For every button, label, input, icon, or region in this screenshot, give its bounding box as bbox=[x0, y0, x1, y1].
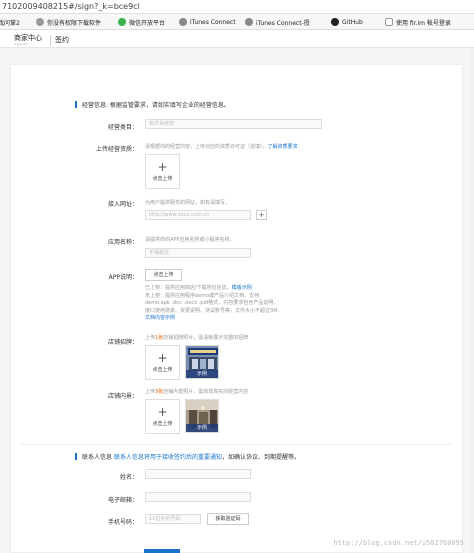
bookmark-label: 微信开放平台 bbox=[129, 19, 166, 27]
logo-subtext: e.qq.com bbox=[14, 42, 28, 46]
license-requirements-link[interactable]: 了解资质要求 bbox=[268, 144, 298, 150]
bookmark-label: 戏问掌2 bbox=[0, 19, 20, 27]
app-desc-upload-button[interactable]: 点击上传 bbox=[145, 269, 182, 281]
section-business-info: 经营信息: 根据监管要求，请如实填写企业的经营信息。 bbox=[75, 100, 230, 109]
shop-inside-upload[interactable]: + 点击上传 bbox=[145, 399, 180, 434]
section-divider bbox=[21, 444, 452, 445]
phone-input[interactable]: 11位手机号码 bbox=[145, 514, 201, 524]
phone-label: 手机号码： bbox=[107, 519, 138, 526]
bookmark-label: iTunes Connect bbox=[190, 18, 236, 26]
bookmark-label: GitHub bbox=[342, 18, 363, 26]
bookmarks-bar: 戏问掌2 你没有权限下载软件 微信开放平台 iTunes Connect iTu… bbox=[0, 14, 474, 30]
scrollbar[interactable] bbox=[470, 48, 474, 553]
bookmark-4[interactable]: iTunes Connect bbox=[179, 17, 236, 27]
document-icon bbox=[385, 18, 393, 26]
hint-count: 3张 bbox=[155, 389, 164, 395]
upload-label: 点击上传 bbox=[152, 421, 173, 427]
apple-icon bbox=[179, 18, 187, 26]
section-title-post: ，如确认协议、到期提醒等。 bbox=[221, 454, 300, 461]
logo[interactable]: 商家中心 e.qq.com bbox=[14, 33, 42, 46]
app-desc-line-4: 接口使用场景、资费说明、测试账号等，文件大小不超过3M。 bbox=[145, 307, 283, 314]
license-upload[interactable]: + 点击上传 bbox=[145, 154, 180, 189]
email-label: 电子邮箱： bbox=[107, 497, 138, 504]
submit-button[interactable] bbox=[144, 549, 180, 553]
app-desc-line-2: 未上架：提供应用程序demo或产品介绍文档，支持 bbox=[145, 292, 260, 299]
upload-label: 点击上传 bbox=[152, 367, 173, 373]
plus-icon: + bbox=[157, 351, 168, 365]
email-input[interactable] bbox=[145, 492, 251, 502]
category-label: 经营类目： bbox=[107, 124, 138, 131]
shop-inside-label: 店铺内景： bbox=[107, 393, 138, 400]
license-hint: 请根据你的经营内容，上传对应的资质许可证（选填），了解资质要求 bbox=[145, 143, 298, 150]
section-title-emphasis: 联系人信息将用于接收签约后的重要通知 bbox=[113, 454, 222, 461]
section-title-text: 经营信息: 根据监管要求，请如实填写企业的经营信息。 bbox=[82, 102, 230, 109]
hint-pre: 上传 bbox=[145, 389, 156, 395]
sample-caption: 示例 bbox=[186, 370, 218, 378]
sample-caption: 示例 bbox=[186, 424, 218, 432]
github-icon bbox=[331, 18, 339, 26]
hint-post: 店铺内景照片，需体现真实的经营内容 bbox=[163, 389, 249, 395]
plus-icon: + bbox=[157, 160, 168, 174]
shop-front-upload[interactable]: + 点击上传 bbox=[145, 345, 180, 380]
bookmark-7[interactable]: 使用 fir.im 帐号登录 bbox=[385, 17, 451, 27]
url-input[interactable]: http://www.xxxx.com.cn bbox=[145, 210, 251, 220]
app-name-hint: 请提供你的APP应用名称或小程序名称。 bbox=[145, 237, 235, 243]
bookmark-label: iTunes Connect-授 bbox=[256, 19, 310, 27]
shop-front-hint: 上传1张店铺招牌照片，需清晰展示完整的招牌 bbox=[145, 334, 248, 341]
plus-icon: + bbox=[157, 405, 168, 419]
bookmark-label: 使用 fir.im 帐号登录 bbox=[396, 19, 451, 27]
doc-content-example-link[interactable]: 文档内容示例 bbox=[145, 315, 175, 321]
address-bar[interactable]: 7102009408215#/sign?_k=bce9cl bbox=[0, 0, 474, 14]
app-desc-hint: 已上架：提供应用商店/下载地址信息，模版示例 未上架：提供应用程序demo或产品… bbox=[145, 285, 315, 323]
add-url-button[interactable]: + bbox=[256, 210, 267, 220]
get-code-button[interactable]: 获取验证码 bbox=[207, 513, 249, 525]
bookmark-2[interactable]: 你没有权限下载软件 bbox=[36, 17, 101, 27]
name-label: 姓名： bbox=[119, 474, 138, 481]
category-input[interactable]: 软件系统商 bbox=[145, 119, 322, 129]
hint-count: 1张 bbox=[155, 335, 164, 341]
section-title-text: 联系人信息 bbox=[82, 454, 113, 461]
shop-front-label: 店铺招牌： bbox=[107, 339, 138, 346]
upload-label: 点击上传 bbox=[152, 176, 173, 182]
section-marker bbox=[75, 453, 77, 460]
app-desc-line-3: demo.apk .doc .docx .pdf格式，内容要求包含产品说明、 bbox=[145, 300, 279, 306]
bookmark-1[interactable]: 戏问掌2 bbox=[0, 17, 20, 27]
shop-front-sample-image[interactable]: 示例 bbox=[185, 345, 219, 379]
watermark-text: http://blog.csdn.net/u502768095 bbox=[333, 539, 464, 547]
url-text[interactable]: 7102009408215#/sign?_k=bce9cl bbox=[2, 2, 140, 11]
hint-pre: 上传 bbox=[145, 335, 156, 341]
name-input[interactable] bbox=[145, 469, 251, 479]
gear-icon bbox=[36, 18, 44, 26]
shop-inside-sample-image[interactable]: 示例 bbox=[185, 399, 219, 433]
url-hint: 为用户提供服务的网站，如有请填写。 bbox=[145, 200, 231, 206]
bookmark-3[interactable]: 微信开放平台 bbox=[118, 17, 165, 27]
app-desc-line-1-text: 已上架：提供应用商店/下载地址信息， bbox=[145, 285, 232, 291]
bookmark-label: 你没有权限下载软件 bbox=[47, 19, 102, 27]
section-marker bbox=[75, 101, 77, 108]
hint-post: 店铺招牌照片，需清晰展示完整的招牌 bbox=[163, 335, 249, 341]
license-label: 上传经营资质： bbox=[95, 146, 138, 153]
bookmark-5[interactable]: iTunes Connect-授 bbox=[245, 17, 310, 27]
app-desc-line-1: 已上架：提供应用商店/下载地址信息，模版示例 bbox=[145, 285, 315, 293]
app-name-input[interactable]: 不得超过 bbox=[145, 248, 251, 258]
apple-icon bbox=[245, 18, 253, 26]
app-desc-label: APP说明： bbox=[108, 274, 138, 281]
top-nav: 商家中心 e.qq.com 签约 bbox=[0, 30, 474, 48]
page-title: 签约 bbox=[55, 36, 69, 44]
app-name-label: 应用名称： bbox=[107, 239, 138, 246]
shop-inside-hint: 上传3张店铺内景照片，需体现真实的经营内容 bbox=[145, 388, 248, 395]
license-hint-text: 请根据你的经营内容，上传对应的资质许可证（选填）， bbox=[145, 144, 268, 150]
bookmark-6[interactable]: GitHub bbox=[331, 17, 363, 27]
wechat-icon bbox=[118, 18, 126, 26]
nav-divider bbox=[50, 35, 51, 45]
signing-form: 经营信息: 根据监管要求，请如实填写企业的经营信息。 经营类目： 软件系统商 上… bbox=[10, 64, 463, 553]
logo-text: 商家中心 bbox=[14, 34, 42, 42]
template-example-link[interactable]: 模版示例 bbox=[232, 285, 252, 291]
section-contact-info: 联系人信息 联系人信息将用于接收签约后的重要通知，如确认协议、到期提醒等。 bbox=[75, 452, 300, 461]
url-label: 接入网址： bbox=[107, 201, 138, 208]
